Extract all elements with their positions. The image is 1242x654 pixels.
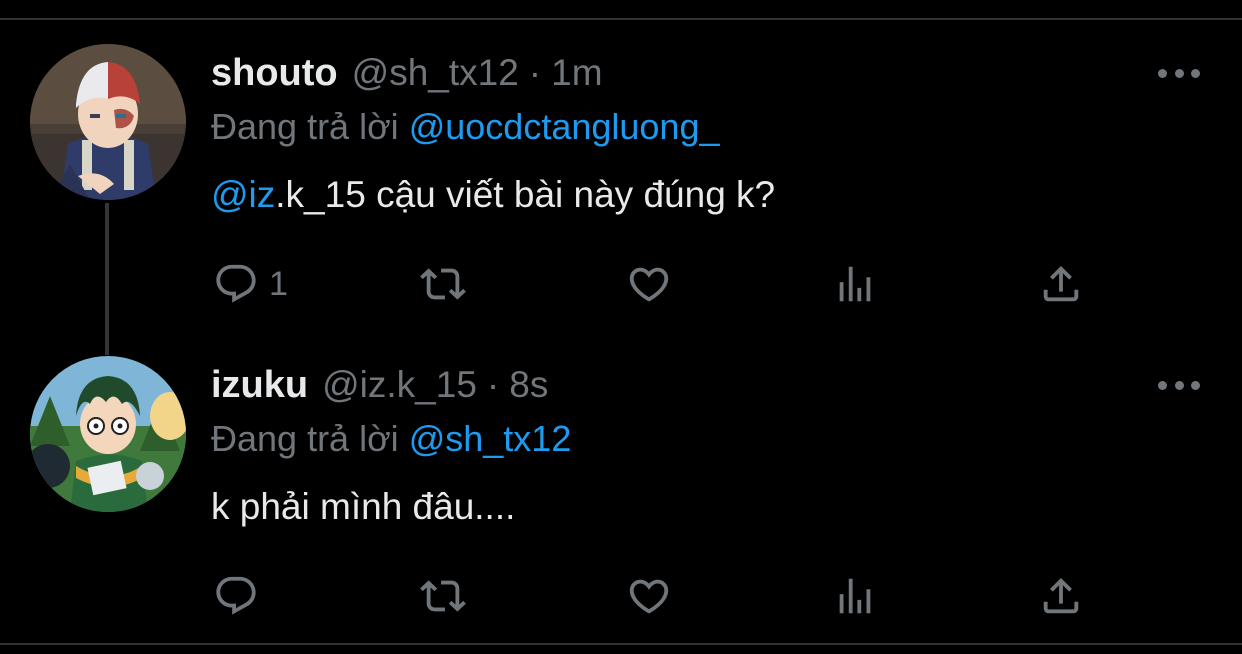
retweet-icon	[420, 268, 466, 300]
retweet-button[interactable]	[420, 571, 466, 621]
body-content: k phải mình đâu....	[211, 486, 516, 527]
display-name[interactable]: shouto	[211, 52, 338, 95]
views-button[interactable]	[832, 259, 878, 309]
reply-button[interactable]: 1	[213, 259, 288, 309]
views-icon	[839, 266, 871, 302]
bottom-divider	[0, 643, 1242, 645]
share-button[interactable]	[1038, 259, 1084, 309]
tweet-header: shouto @sh_tx12 · 1m	[211, 52, 603, 96]
user-handle[interactable]: @iz.k_15	[322, 364, 477, 406]
avatar[interactable]	[30, 44, 186, 200]
views-button[interactable]	[832, 571, 878, 621]
display-name[interactable]: izuku	[211, 364, 308, 407]
user-handle[interactable]: @sh_tx12	[352, 52, 519, 94]
action-bar: 1	[0, 259, 1242, 309]
timestamp[interactable]: 8s	[509, 364, 548, 406]
replying-to-label: Đang trả lời	[211, 106, 399, 147]
replying-to-mention[interactable]: @sh_tx12	[409, 418, 572, 459]
like-icon	[629, 579, 669, 614]
more-icon[interactable]	[1158, 378, 1200, 392]
body-mention[interactable]: @iz	[211, 174, 275, 215]
separator-dot: ·	[486, 364, 500, 405]
reply-button[interactable]	[213, 571, 269, 621]
share-icon	[1043, 577, 1079, 614]
share-button[interactable]	[1038, 571, 1084, 621]
replying-to: Đang trả lời @uocdctangluong_	[211, 106, 719, 148]
thread-view: shouto @sh_tx12 · 1m Đang trả lời @uocdc…	[0, 0, 1242, 654]
like-button[interactable]	[626, 571, 672, 621]
reply-icon	[216, 264, 256, 303]
replying-to: Đang trả lời @sh_tx12	[211, 418, 571, 460]
top-divider	[0, 18, 1242, 20]
retweet-icon	[420, 580, 466, 612]
more-icon[interactable]	[1158, 66, 1200, 80]
tweet-text: @iz.k_15 cậu viết bài này đúng k?	[211, 174, 775, 216]
replying-to-label: Đang trả lời	[211, 418, 399, 459]
share-icon	[1043, 265, 1079, 302]
body-content: .k_15 cậu viết bài này đúng k?	[275, 174, 776, 215]
tweet-text: k phải mình đâu....	[211, 486, 515, 528]
views-icon	[839, 578, 871, 614]
reply-count: 1	[269, 264, 288, 303]
separator-dot: ·	[528, 52, 542, 93]
action-bar	[0, 571, 1242, 621]
avatar[interactable]	[30, 356, 186, 512]
tweet-header: izuku @iz.k_15 · 8s	[211, 364, 548, 408]
like-button[interactable]	[626, 259, 672, 309]
like-icon	[629, 267, 669, 302]
retweet-button[interactable]	[420, 259, 466, 309]
timestamp[interactable]: 1m	[551, 52, 602, 94]
reply-icon	[216, 576, 256, 615]
replying-to-mention[interactable]: @uocdctangluong_	[409, 106, 720, 147]
